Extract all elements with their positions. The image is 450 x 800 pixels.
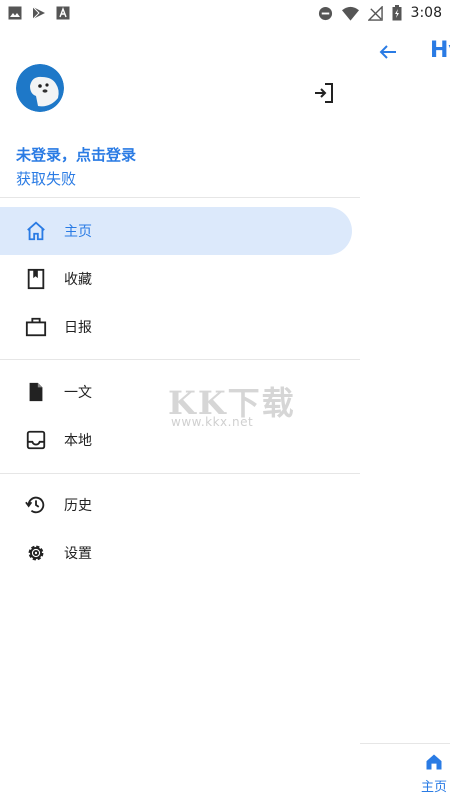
bottom-nav-home-icon[interactable] bbox=[424, 752, 444, 776]
bottom-nav-home-label[interactable]: 主页 bbox=[421, 776, 447, 795]
nav-item-settings[interactable]: 设置 bbox=[0, 529, 352, 577]
nav-item-label: 收藏 bbox=[64, 272, 92, 288]
inbox-icon bbox=[24, 428, 48, 452]
nav-item-favorites[interactable]: 收藏 bbox=[0, 255, 352, 303]
divider bbox=[0, 473, 360, 474]
fetch-status: 获取失败 bbox=[16, 170, 77, 188]
bottom-nav-divider bbox=[360, 743, 450, 744]
navigation-drawer: 未登录，点击登录 获取失败 主页 收藏 日报 一文 本地 历史 设置 KK下载 … bbox=[0, 26, 360, 800]
briefcase-icon bbox=[24, 315, 48, 339]
nav-item-label: 日报 bbox=[64, 320, 92, 336]
divider bbox=[0, 197, 360, 198]
history-icon bbox=[24, 493, 48, 517]
avatar[interactable] bbox=[16, 64, 64, 112]
nav-item-daily[interactable]: 日报 bbox=[0, 303, 352, 351]
login-prompt[interactable]: 未登录，点击登录 bbox=[16, 144, 136, 165]
nav-item-label: 本地 bbox=[64, 433, 92, 449]
home-icon bbox=[24, 219, 48, 243]
back-arrow-icon[interactable] bbox=[376, 40, 400, 64]
document-icon bbox=[24, 380, 48, 404]
divider bbox=[0, 359, 360, 360]
settings-icon bbox=[24, 541, 48, 565]
bookmark-icon bbox=[24, 267, 48, 291]
logout-icon[interactable] bbox=[312, 81, 336, 105]
nav-item-label: 一文 bbox=[64, 385, 92, 401]
nav-item-history[interactable]: 历史 bbox=[0, 481, 352, 529]
background-title: Hy bbox=[430, 38, 450, 63]
nav-item-home[interactable]: 主页 bbox=[0, 207, 352, 255]
watermark-url: www.kkx.net bbox=[171, 415, 254, 429]
nav-item-label: 主页 bbox=[64, 224, 92, 240]
nav-item-label: 历史 bbox=[64, 498, 92, 514]
nav-item-label: 设置 bbox=[64, 546, 92, 562]
